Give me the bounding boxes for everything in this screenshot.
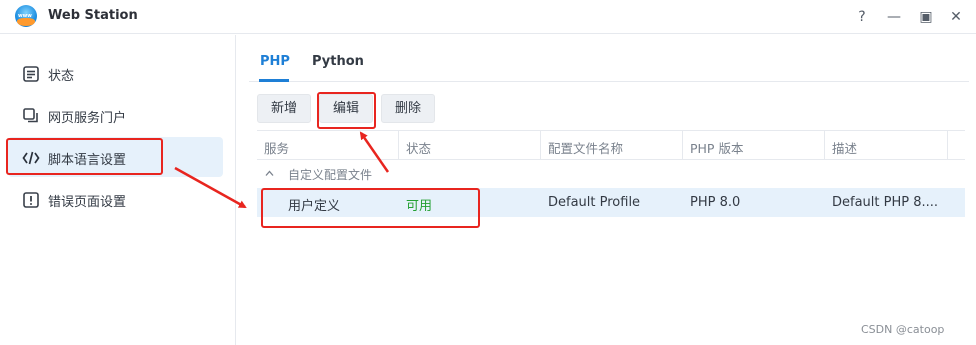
watermark: CSDN @catoop: [861, 323, 945, 336]
arrow-to-edit: [359, 131, 390, 173]
arrow-to-row: [174, 166, 247, 209]
annotation-arrows: [174, 131, 390, 209]
